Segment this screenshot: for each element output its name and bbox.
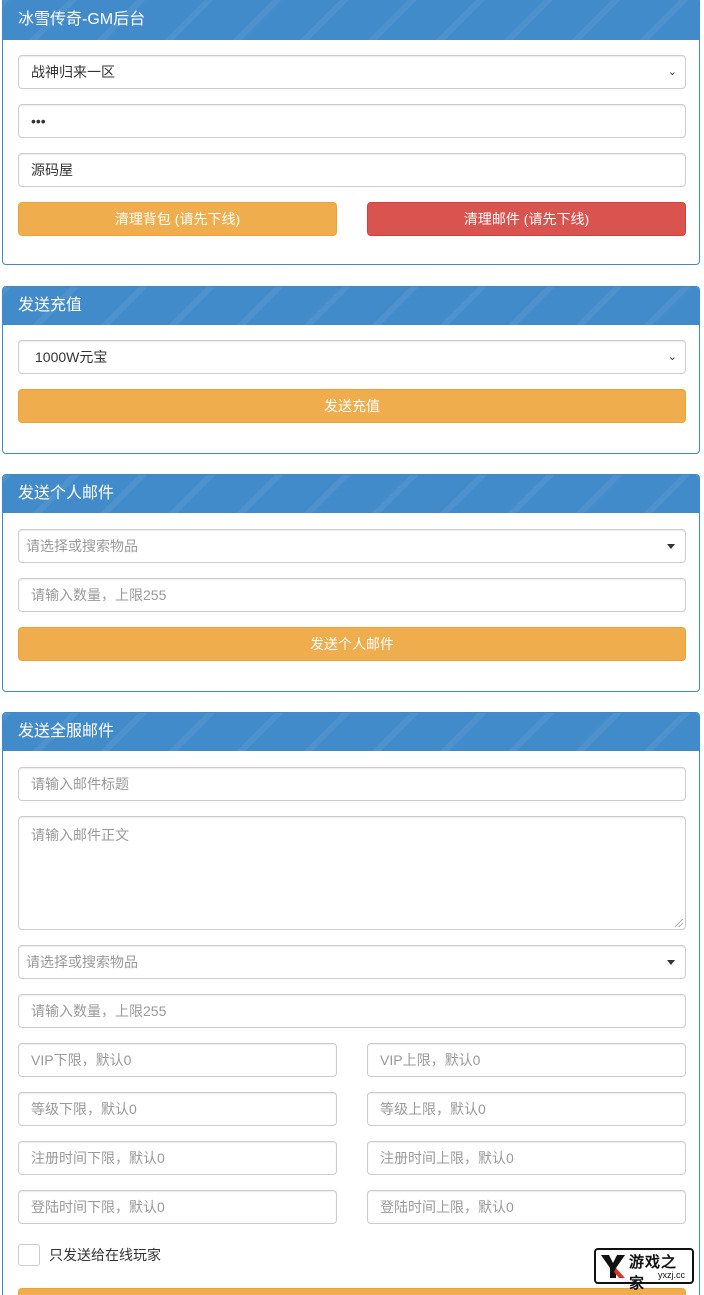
password-field[interactable]: ••• xyxy=(18,104,686,138)
gm-admin-page: 冰雪传奇-GM后台 战神归来一区 ⌄ ••• 源码屋 清理背包 (请先下线) 清… xyxy=(0,0,704,1295)
server-select-value: 战神归来一区 xyxy=(31,64,115,80)
gm-panel: 冰雪传奇-GM后台 战神归来一区 ⌄ ••• 源码屋 清理背包 (请先下线) 清… xyxy=(2,0,700,265)
resize-handle-icon[interactable] xyxy=(675,919,683,927)
account-field[interactable]: 源码屋 xyxy=(18,153,686,187)
recharge-panel: 发送充值 1000W元宝 ⌄ 发送充值 xyxy=(2,286,700,454)
register-time-max-input[interactable]: 注册时间上限，默认0 xyxy=(367,1141,686,1175)
vip-max-input[interactable]: VIP上限，默认0 xyxy=(367,1043,686,1077)
password-value: ••• xyxy=(31,113,46,129)
chevron-down-icon: ⌄ xyxy=(667,66,677,78)
online-only-checkbox[interactable] xyxy=(18,1244,40,1266)
personal-quantity-placeholder: 请输入数量，上限255 xyxy=(31,587,167,603)
send-recharge-button[interactable]: 发送充值 xyxy=(18,389,686,423)
online-only-label: 只发送给在线玩家 xyxy=(49,1247,161,1263)
personal-mail-panel: 发送个人邮件 请选择或搜索物品 请输入数量，上限255 发送个人邮件 xyxy=(2,474,700,692)
caret-down-icon xyxy=(667,960,675,965)
mail-subject-placeholder: 请输入邮件标题 xyxy=(31,776,129,792)
register-time-min-placeholder: 注册时间下限，默认0 xyxy=(31,1150,165,1166)
vip-min-input[interactable]: VIP下限，默认0 xyxy=(18,1043,337,1077)
send-personal-mail-button[interactable]: 发送个人邮件 xyxy=(18,627,686,661)
level-min-placeholder: 等级下限，默认0 xyxy=(31,1101,137,1117)
server-item-placeholder: 请选择或搜索物品 xyxy=(26,954,138,970)
recharge-amount-value: 1000W元宝 xyxy=(35,349,108,365)
recharge-panel-title: 发送充值 xyxy=(3,287,699,325)
site-logo: 游戏之家 yxzj.cc xyxy=(594,1248,694,1292)
server-mail-panel: 发送全服邮件 请输入邮件标题 请输入邮件正文 请选择或搜索物品 请输入数量，上限… xyxy=(2,712,700,1295)
level-max-input[interactable]: 等级上限，默认0 xyxy=(367,1092,686,1126)
mail-body-placeholder: 请输入邮件正文 xyxy=(31,827,129,843)
personal-item-placeholder: 请选择或搜索物品 xyxy=(26,538,138,554)
server-select[interactable]: 战神归来一区 ⌄ xyxy=(18,55,686,89)
chevron-down-icon: ⌄ xyxy=(667,351,677,363)
send-server-mail-button[interactable] xyxy=(18,1288,686,1295)
login-time-min-placeholder: 登陆时间下限，默认0 xyxy=(31,1199,165,1215)
personal-quantity-input[interactable]: 请输入数量，上限255 xyxy=(18,578,686,612)
logo-domain-text: yxzj.cc xyxy=(658,1270,685,1280)
login-time-max-placeholder: 登陆时间上限，默认0 xyxy=(380,1199,514,1215)
clear-bag-button[interactable]: 清理背包 (请先下线) xyxy=(18,202,337,236)
mail-subject-input[interactable]: 请输入邮件标题 xyxy=(18,767,686,801)
vip-min-placeholder: VIP下限，默认0 xyxy=(31,1052,132,1068)
mail-body-textarea[interactable]: 请输入邮件正文 xyxy=(18,816,686,930)
level-max-placeholder: 等级上限，默认0 xyxy=(380,1101,486,1117)
account-value: 源码屋 xyxy=(31,162,73,178)
server-item-select[interactable]: 请选择或搜索物品 xyxy=(18,945,686,979)
server-quantity-input[interactable]: 请输入数量，上限255 xyxy=(18,994,686,1028)
server-mail-panel-title: 发送全服邮件 xyxy=(3,713,699,751)
register-time-max-placeholder: 注册时间上限，默认0 xyxy=(380,1150,514,1166)
clear-mail-button[interactable]: 清理邮件 (请先下线) xyxy=(367,202,686,236)
personal-item-select[interactable]: 请选择或搜索物品 xyxy=(18,529,686,563)
level-min-input[interactable]: 等级下限，默认0 xyxy=(18,1092,337,1126)
caret-down-icon xyxy=(667,544,675,549)
logo-mark-icon xyxy=(601,1255,625,1278)
personal-mail-panel-title: 发送个人邮件 xyxy=(3,475,699,513)
login-time-max-input[interactable]: 登陆时间上限，默认0 xyxy=(367,1190,686,1224)
recharge-amount-select[interactable]: 1000W元宝 ⌄ xyxy=(18,340,686,374)
login-time-min-input[interactable]: 登陆时间下限，默认0 xyxy=(18,1190,337,1224)
vip-max-placeholder: VIP上限，默认0 xyxy=(380,1052,481,1068)
server-quantity-placeholder: 请输入数量，上限255 xyxy=(31,1003,167,1019)
gm-panel-title: 冰雪传奇-GM后台 xyxy=(3,0,699,40)
register-time-min-input[interactable]: 注册时间下限，默认0 xyxy=(18,1141,337,1175)
